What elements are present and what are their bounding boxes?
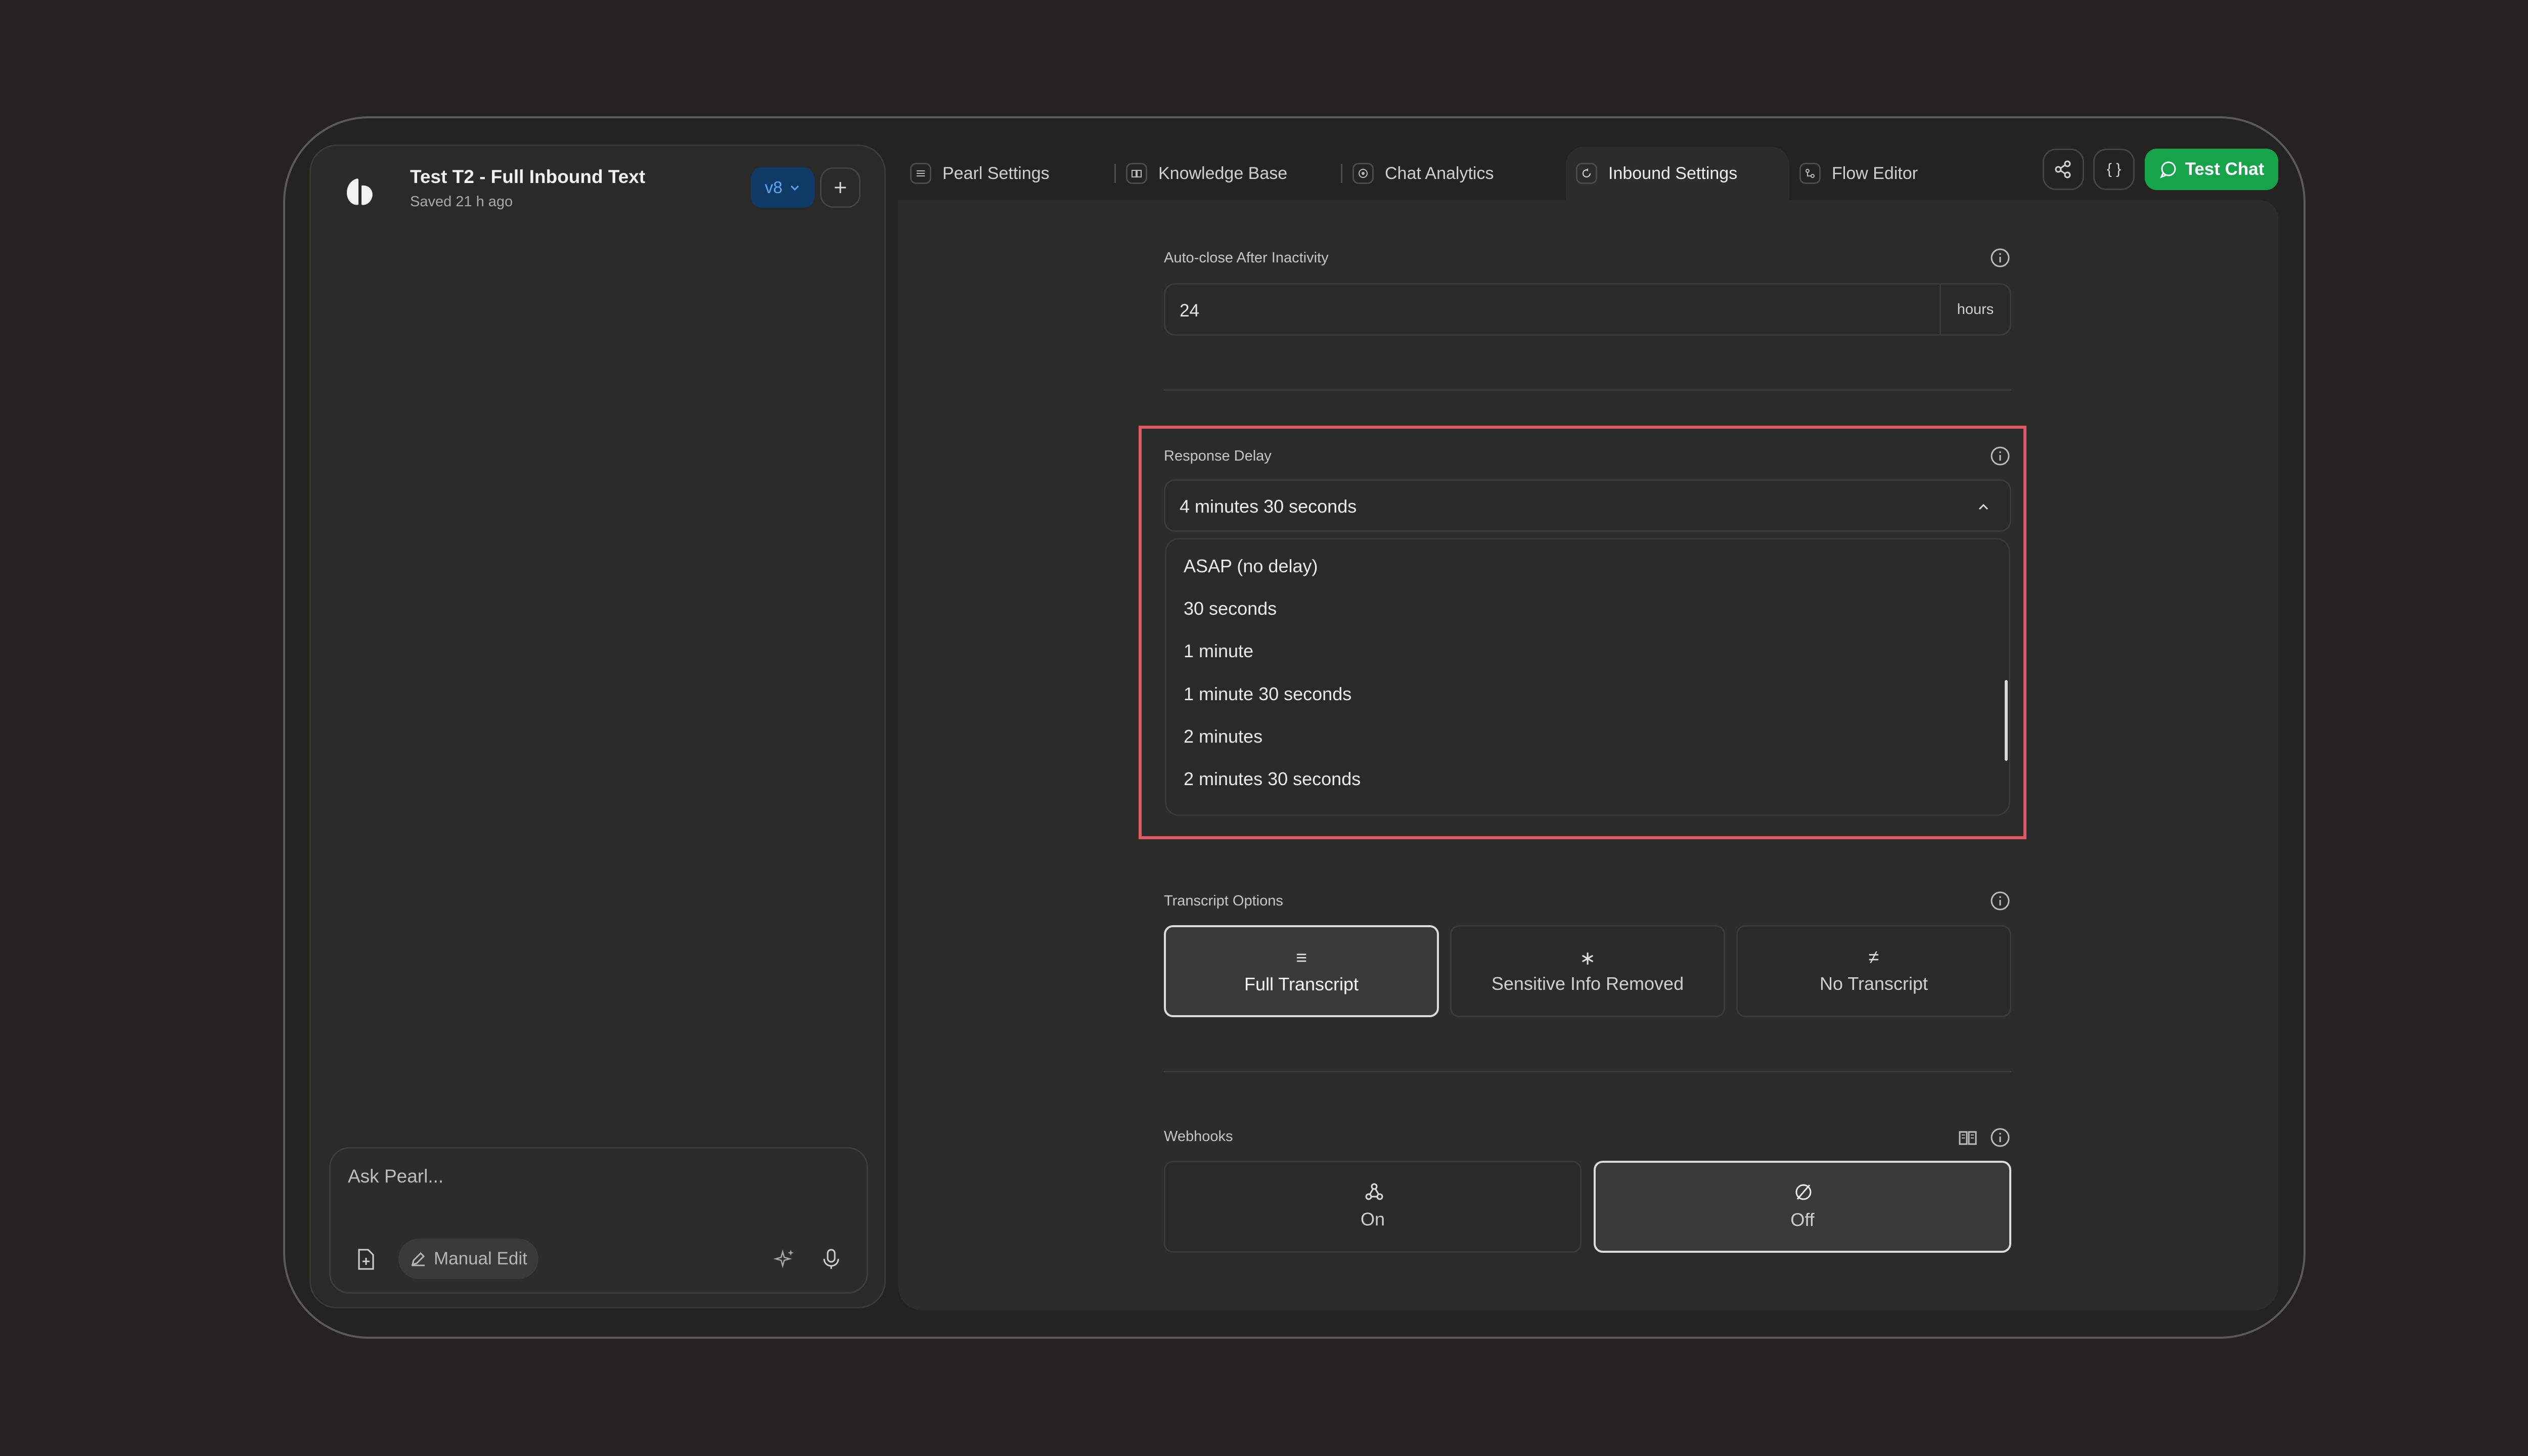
auto-close-field[interactable]: 24 hours bbox=[1164, 283, 2011, 336]
info-icon[interactable] bbox=[1990, 446, 2010, 466]
chevron-down-icon bbox=[791, 185, 799, 191]
sparkle-icon[interactable] bbox=[773, 1247, 797, 1271]
webhooks-off-option[interactable]: Off bbox=[1594, 1161, 2011, 1253]
test-chat-button[interactable]: Test Chat bbox=[2145, 149, 2278, 190]
flow-icon bbox=[1799, 163, 1821, 184]
transcript-options-label: Transcript Options bbox=[1164, 893, 1283, 909]
tab-pearl-settings[interactable]: Pearl Settings bbox=[900, 147, 1114, 200]
chat-input[interactable]: Ask Pearl... bbox=[348, 1166, 443, 1187]
not-equal-icon: ≠ bbox=[1868, 947, 1879, 968]
tab-flow-editor[interactable]: Flow Editor bbox=[1789, 147, 1941, 200]
asterisk-icon: ∗ bbox=[1579, 948, 1596, 969]
manual-edit-label: Manual Edit bbox=[434, 1249, 527, 1268]
response-delay-select[interactable]: 4 minutes 30 seconds bbox=[1164, 479, 2011, 532]
dropdown-scrollbar[interactable] bbox=[2005, 680, 2008, 761]
tab-label: Flow Editor bbox=[1832, 163, 1918, 183]
pearl-logo-icon bbox=[346, 178, 373, 205]
dropdown-option[interactable]: 2 minutes 30 seconds bbox=[1184, 768, 1361, 790]
attach-file-icon[interactable] bbox=[354, 1248, 377, 1271]
chevron-up-icon bbox=[1978, 504, 1989, 510]
dropdown-option[interactable]: 2 minutes bbox=[1184, 726, 1262, 747]
transcript-option-full[interactable]: ≡ Full Transcript bbox=[1164, 925, 1439, 1017]
webhooks-label: Webhooks bbox=[1164, 1128, 1233, 1145]
plus-icon bbox=[835, 182, 846, 193]
version-selector[interactable]: v8 bbox=[751, 167, 815, 208]
section-divider bbox=[1164, 389, 2011, 391]
test-chat-label: Test Chat bbox=[2185, 159, 2265, 179]
response-delay-label: Response Delay bbox=[1164, 448, 1272, 464]
analytics-icon bbox=[1352, 163, 1374, 184]
info-icon[interactable] bbox=[1990, 891, 2010, 911]
chat-bubble-icon bbox=[2159, 161, 2176, 178]
tab-label: Pearl Settings bbox=[942, 163, 1050, 183]
option-label: No Transcript bbox=[1819, 973, 1928, 994]
dropdown-option[interactable]: ASAP (no delay) bbox=[1184, 556, 1318, 577]
tab-label: Chat Analytics bbox=[1385, 163, 1494, 183]
inbound-icon bbox=[1576, 163, 1597, 184]
auto-close-label: Auto-close After Inactivity bbox=[1164, 250, 1329, 266]
disabled-icon bbox=[1795, 1184, 1812, 1200]
transcript-option-none[interactable]: ≠ No Transcript bbox=[1736, 925, 2011, 1017]
list-icon: ≡ bbox=[1295, 947, 1307, 969]
section-divider bbox=[1164, 1071, 2011, 1072]
tab-chat-analytics[interactable]: Chat Analytics bbox=[1342, 147, 1566, 200]
tab-inbound-settings[interactable]: Inbound Settings bbox=[1566, 147, 1789, 200]
option-label: Full Transcript bbox=[1244, 974, 1359, 994]
option-label: Sensitive Info Removed bbox=[1491, 973, 1684, 994]
tab-label: Knowledge Base bbox=[1158, 163, 1288, 183]
dropdown-option[interactable]: 30 seconds bbox=[1184, 598, 1277, 619]
manual-edit-button[interactable]: Manual Edit bbox=[398, 1239, 538, 1279]
tab-label: Inbound Settings bbox=[1608, 163, 1738, 183]
tab-knowledge-base[interactable]: Knowledge Base bbox=[1116, 147, 1341, 200]
dropdown-option[interactable]: 1 minute 30 seconds bbox=[1184, 684, 1351, 705]
response-delay-value: 4 minutes 30 seconds bbox=[1180, 496, 1357, 517]
microphone-icon[interactable] bbox=[819, 1247, 843, 1271]
share-icon bbox=[2055, 160, 2071, 178]
add-version-button[interactable] bbox=[820, 167, 861, 208]
info-icon[interactable] bbox=[1990, 1127, 2010, 1148]
edit-icon bbox=[411, 1252, 425, 1266]
code-icon: { } bbox=[2106, 161, 2121, 177]
version-label: v8 bbox=[764, 178, 783, 197]
sliders-icon bbox=[910, 163, 931, 184]
webhook-icon bbox=[1365, 1183, 1383, 1200]
auto-close-unit: hours bbox=[1939, 285, 2010, 334]
response-delay-dropdown: ASAP (no delay) 30 seconds 1 minute 1 mi… bbox=[1165, 538, 2010, 816]
project-title: Test T2 - Full Inbound Text bbox=[410, 166, 646, 187]
assistant-panel: Test T2 - Full Inbound Text Saved 21 h a… bbox=[309, 145, 886, 1308]
dropdown-option[interactable]: 1 minute bbox=[1184, 641, 1253, 662]
transcript-option-sensitive-removed[interactable]: ∗ Sensitive Info Removed bbox=[1450, 925, 1725, 1017]
option-label: Off bbox=[1790, 1209, 1815, 1230]
share-button[interactable] bbox=[2043, 149, 2084, 190]
save-status: Saved 21 h ago bbox=[410, 194, 513, 210]
book-icon bbox=[1126, 163, 1147, 184]
auto-close-value[interactable]: 24 bbox=[1180, 301, 1199, 321]
info-icon[interactable] bbox=[1990, 248, 2010, 268]
docs-book-icon[interactable] bbox=[1958, 1127, 1978, 1148]
tab-bar: Pearl Settings Knowledge Base Chat Analy… bbox=[900, 147, 1941, 200]
option-label: On bbox=[1360, 1209, 1385, 1230]
webhooks-on-option[interactable]: On bbox=[1164, 1161, 1582, 1253]
chat-composer[interactable]: Ask Pearl... Manual Edit bbox=[329, 1147, 868, 1294]
code-button[interactable]: { } bbox=[2093, 149, 2135, 190]
